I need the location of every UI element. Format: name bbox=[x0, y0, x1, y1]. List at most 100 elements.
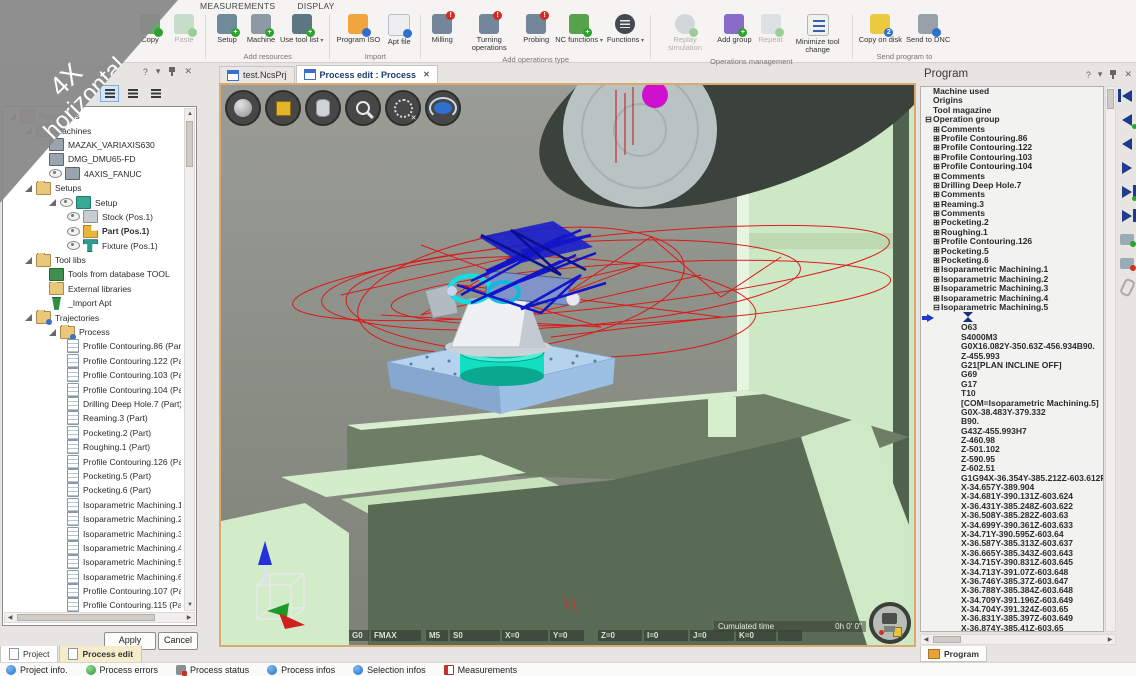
play-forward-button[interactable] bbox=[1118, 160, 1136, 175]
horizontal-scrollbar[interactable]: ◀ ▶ bbox=[4, 612, 195, 623]
skip-to-start-button[interactable] bbox=[1118, 88, 1136, 103]
tree-item[interactable]: Isoparametric Machining.5 (Pa bbox=[3, 555, 181, 569]
ribbon-button[interactable]: NC functions bbox=[553, 13, 605, 46]
scroll-left-icon[interactable]: ◀ bbox=[921, 635, 931, 645]
expand-icon[interactable] bbox=[25, 314, 32, 321]
scroll-down-icon[interactable]: ▼ bbox=[185, 600, 195, 610]
status-item[interactable]: Process infos bbox=[267, 665, 335, 675]
expand-box-icon[interactable]: ⊞ bbox=[932, 172, 941, 181]
gcode-line[interactable]: G43Z-455.993H7 bbox=[921, 427, 1103, 436]
program-tree-item[interactable]: ⊟ Isoparametric Machining.5 bbox=[921, 303, 1103, 312]
expand-box-icon[interactable] bbox=[924, 96, 933, 105]
3d-scene[interactable] bbox=[221, 85, 914, 645]
tree-item[interactable]: Profile Contouring.103 (Part) bbox=[3, 368, 181, 382]
expand-box-icon[interactable]: ⊞ bbox=[932, 134, 941, 143]
tree-item[interactable]: Isoparametric Machining.1 (Pa bbox=[3, 498, 181, 512]
tab-test-ncsprj[interactable]: test.NcsPrj bbox=[219, 66, 295, 83]
step-back-button[interactable] bbox=[1118, 136, 1136, 151]
pin-icon[interactable] bbox=[168, 67, 176, 77]
status-item[interactable]: Process status bbox=[176, 665, 249, 675]
ribbon-button[interactable]: Machine bbox=[244, 13, 278, 45]
expand-box-icon[interactable]: ⊞ bbox=[932, 181, 941, 190]
tree-item[interactable]: Process bbox=[3, 325, 181, 339]
tree-item[interactable]: Setup bbox=[3, 195, 181, 209]
ribbon-button[interactable]: Replay simulation bbox=[655, 13, 715, 54]
status-item[interactable]: Selection infos bbox=[353, 665, 426, 675]
scroll-right-icon[interactable]: ▶ bbox=[1105, 635, 1115, 645]
ribbon-button[interactable]: Repeat bbox=[754, 13, 788, 45]
tree-item[interactable]: Pocketing.2 (Part) bbox=[3, 426, 181, 440]
scroll-thumb[interactable] bbox=[186, 121, 193, 167]
status-item[interactable]: Process errors bbox=[86, 665, 159, 675]
expand-box-icon[interactable]: ⊞ bbox=[932, 143, 941, 152]
chevron-down-icon[interactable]: ▾ bbox=[156, 66, 161, 77]
skip-to-end-button[interactable] bbox=[1118, 208, 1136, 223]
tree-item[interactable]: Profile Contouring.122 (Part) bbox=[3, 354, 181, 368]
selection-clear-button[interactable] bbox=[385, 90, 421, 126]
gcode-line[interactable]: Z-460.98 bbox=[921, 436, 1103, 445]
stock-view-button[interactable] bbox=[305, 90, 341, 126]
tree-item[interactable]: Profile Contouring.86 (Part) bbox=[3, 339, 181, 353]
tree-item[interactable]: Roughing.1 (Part) bbox=[3, 440, 181, 454]
expand-icon[interactable] bbox=[9, 113, 16, 120]
simulation-viewport[interactable]: G0 FMAX M5 S0 X=0 Y=0 Z=0 I=0 J=0 K=0 bbox=[219, 83, 916, 647]
expand-box-icon[interactable]: ⊞ bbox=[932, 162, 941, 171]
expand-icon[interactable] bbox=[49, 199, 56, 206]
ribbon-button[interactable]: Use tool list bbox=[278, 13, 325, 46]
tab-process-edit[interactable]: Process edit : Process ✕ bbox=[296, 65, 438, 83]
status-item[interactable]: Project info. bbox=[6, 665, 68, 675]
expand-icon[interactable] bbox=[49, 329, 56, 336]
tab-process-edit-bottom[interactable]: Process edit bbox=[59, 646, 142, 663]
expand-box-icon[interactable]: ⊞ bbox=[932, 256, 941, 265]
tree-item[interactable]: Setups bbox=[3, 181, 181, 195]
previous-marker-button[interactable] bbox=[1118, 112, 1136, 127]
tab-display[interactable]: DISPLAY bbox=[287, 0, 344, 13]
gcode-line[interactable]: X-36.874Y-385.41Z-603.65 bbox=[921, 624, 1103, 632]
expand-box-icon[interactable]: ⊞ bbox=[932, 228, 941, 237]
expand-box-icon[interactable]: ⊞ bbox=[932, 153, 941, 162]
tree-item[interactable]: Pocketing.5 (Part) bbox=[3, 469, 181, 483]
zoom-button[interactable] bbox=[345, 90, 381, 126]
tree-item[interactable]: 4AXIS_FANUC bbox=[3, 167, 181, 181]
ribbon-button[interactable]: Setup bbox=[210, 13, 244, 45]
list-view-button-2[interactable] bbox=[123, 85, 142, 102]
tree-item[interactable]: Stock (Pos.1) bbox=[3, 210, 181, 224]
expand-icon[interactable] bbox=[25, 127, 32, 134]
tree-item[interactable]: Profile Contouring.115 (Part) bbox=[3, 598, 181, 612]
ribbon-button[interactable]: Minimize tool change bbox=[788, 13, 848, 56]
expand-icon[interactable] bbox=[25, 185, 32, 192]
gcode-line[interactable]: O63 bbox=[921, 323, 1103, 332]
gcode-line[interactable]: G21[PLAN INCLINE OFF] bbox=[921, 361, 1103, 370]
tab-measurements[interactable]: MEASUREMENTS bbox=[190, 0, 285, 13]
vertical-scrollbar[interactable] bbox=[1105, 86, 1116, 632]
attach-button[interactable] bbox=[1118, 280, 1136, 295]
expand-box-icon[interactable]: ⊞ bbox=[932, 294, 941, 303]
view-orientation-button[interactable] bbox=[225, 90, 261, 126]
tree-item[interactable]: Tools from database TOOL bbox=[3, 267, 181, 281]
expand-box-icon[interactable]: ⊟ bbox=[924, 115, 933, 124]
tree-item[interactable]: DMG_DMU65-FD bbox=[3, 152, 181, 166]
scroll-right-icon[interactable]: ▶ bbox=[184, 613, 194, 623]
tab-project[interactable]: Project bbox=[0, 646, 58, 663]
help-icon[interactable]: ? bbox=[143, 67, 148, 77]
eye-icon[interactable] bbox=[60, 198, 73, 207]
expand-box-icon[interactable]: ⊞ bbox=[932, 275, 941, 284]
ribbon-button[interactable]: Probing bbox=[519, 13, 553, 45]
machine-widget-icon[interactable] bbox=[869, 602, 911, 644]
add-tool-button[interactable] bbox=[1118, 232, 1136, 247]
tree-item[interactable]: Drilling Deep Hole.7 (Part) bbox=[3, 397, 181, 411]
scroll-thumb[interactable] bbox=[933, 636, 961, 643]
tree-item[interactable]: Trajectories bbox=[3, 310, 181, 324]
gcode-line[interactable]: G0X16.082Y-350.63Z-456.934B90. bbox=[921, 342, 1103, 351]
expand-box-icon[interactable]: ⊟ bbox=[932, 303, 941, 312]
partial-toolbar-icon[interactable] bbox=[84, 90, 91, 97]
expand-box-icon[interactable]: ⊞ bbox=[932, 237, 941, 246]
eye-icon[interactable] bbox=[67, 241, 80, 250]
horizontal-scrollbar[interactable]: ◀ ▶ bbox=[920, 634, 1116, 645]
expand-box-icon[interactable]: ⊞ bbox=[932, 247, 941, 256]
gcode-line[interactable]: Z-501.102 bbox=[921, 445, 1103, 454]
expand-box-icon[interactable] bbox=[924, 106, 933, 115]
stop-tool-button[interactable] bbox=[1118, 256, 1136, 271]
gcode-line[interactable]: Z-590.95 bbox=[921, 455, 1103, 464]
tree-item[interactable]: Fixture (Pos.1) bbox=[3, 239, 181, 253]
